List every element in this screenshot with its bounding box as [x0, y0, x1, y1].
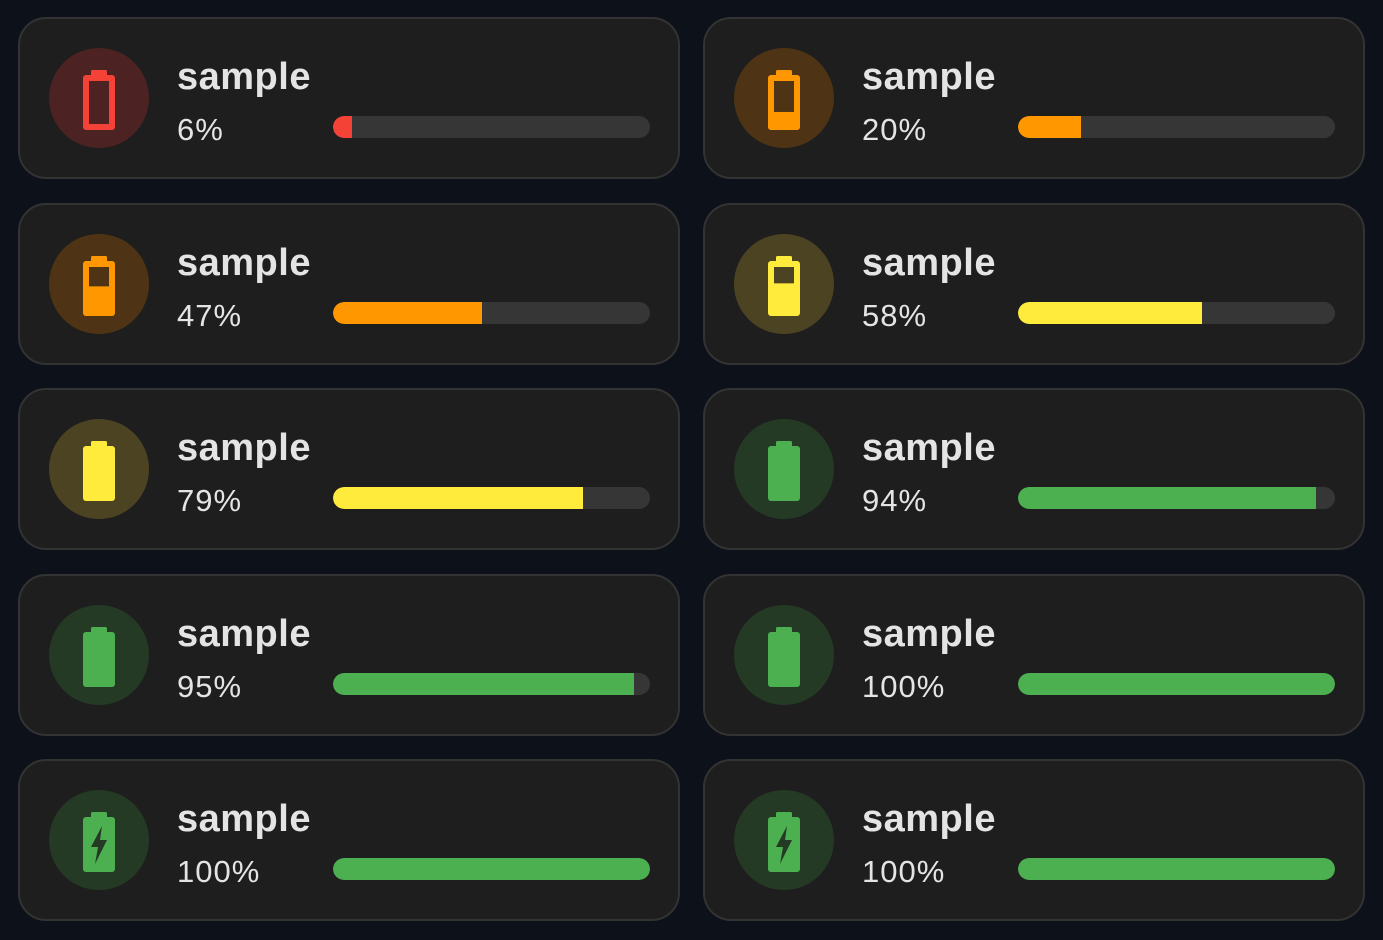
battery-progress-bar: [1018, 301, 1335, 324]
battery-percent: 94%: [862, 483, 928, 518]
battery-percent: 100%: [862, 668, 946, 704]
entity-name: sample: [862, 241, 996, 284]
battery-icon-badge: [734, 233, 834, 334]
battery-charging-icon: [768, 812, 800, 872]
battery-progress-fill: [333, 301, 482, 324]
entity-name: sample: [177, 612, 311, 655]
battery-card[interactable]: sample 6%: [18, 17, 680, 179]
battery-50-icon: [83, 255, 115, 316]
battery-progress-bar: [1018, 116, 1335, 138]
battery-percent: 79%: [177, 483, 243, 518]
battery-card[interactable]: sample 79%: [18, 388, 680, 550]
battery-progress-fill: [333, 858, 650, 880]
battery-full-icon: [768, 441, 800, 501]
battery-card[interactable]: sample 94%: [703, 388, 1365, 550]
battery-card[interactable]: sample 58%: [703, 202, 1365, 365]
entity-name: sample: [862, 612, 996, 655]
battery-card[interactable]: sample 100%: [18, 759, 680, 921]
battery-card[interactable]: sample 100%: [703, 573, 1365, 736]
battery-icon-badge: [49, 48, 149, 148]
battery-progress-fill: [333, 116, 353, 138]
battery-progress-bar: [1018, 487, 1335, 509]
entity-name: sample: [177, 56, 311, 98]
battery-percent: 100%: [862, 854, 946, 889]
battery-percent: 20%: [862, 112, 928, 147]
entity-name: sample: [862, 56, 996, 98]
entity-name: sample: [177, 798, 311, 840]
battery-progress-bar: [333, 487, 650, 509]
battery-progress-fill: [333, 487, 584, 509]
battery-card[interactable]: sample 47%: [18, 202, 680, 365]
battery-card[interactable]: sample 95%: [18, 573, 680, 736]
battery-percent: 95%: [177, 668, 243, 704]
entity-name: sample: [177, 427, 311, 469]
battery-percent: 58%: [862, 297, 928, 333]
battery-progress-fill: [1018, 301, 1202, 324]
battery-percent: 47%: [177, 297, 243, 333]
entity-name: sample: [177, 241, 311, 284]
battery-card[interactable]: sample 20%: [703, 17, 1365, 179]
battery-card[interactable]: sample 100%: [703, 759, 1365, 921]
battery-progress-fill: [1018, 116, 1082, 138]
battery-progress-fill: [1018, 858, 1335, 880]
battery-progress-bar: [333, 672, 650, 695]
battery-outline-icon: [83, 70, 115, 130]
battery-percent: 100%: [177, 854, 261, 889]
battery-full-icon: [768, 626, 800, 687]
battery-progress-bar: [333, 858, 650, 880]
battery-icon-badge: [734, 419, 834, 519]
battery-20-icon: [768, 70, 800, 130]
battery-icon-badge: [734, 48, 834, 148]
battery-icon-badge: [734, 790, 834, 890]
battery-charging-icon: [83, 812, 115, 872]
entity-name: sample: [862, 427, 996, 469]
battery-progress-bar: [333, 116, 650, 138]
battery-progress-fill: [1018, 487, 1316, 509]
battery-full-icon: [83, 626, 115, 687]
battery-progress-fill: [1018, 672, 1335, 695]
entity-name: sample: [862, 798, 996, 840]
battery-icon-badge: [734, 604, 834, 705]
battery-progress-bar: [1018, 672, 1335, 695]
battery-icon-badge: [49, 419, 149, 519]
battery-icon-badge: [49, 233, 149, 334]
battery-icon-badge: [49, 790, 149, 890]
battery-progress-bar: [333, 301, 650, 324]
battery-progress-bar: [1018, 858, 1335, 880]
battery-grid: sample 6% sample 20% sample 47% sample 5…: [18, 17, 1365, 921]
battery-progress-fill: [333, 672, 635, 695]
battery-60-icon: [768, 255, 800, 316]
battery-80-icon: [83, 441, 115, 501]
battery-percent: 6%: [177, 112, 224, 147]
battery-icon-badge: [49, 604, 149, 705]
